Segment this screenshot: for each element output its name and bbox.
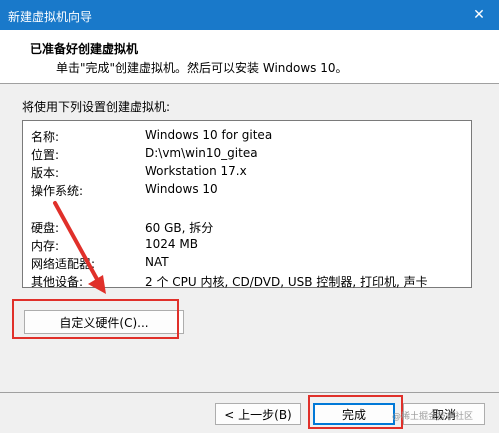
finish-button[interactable]: 完成 [313, 403, 395, 425]
back-button[interactable]: < 上一步(B) [215, 403, 301, 425]
footer-divider [0, 392, 499, 393]
red-arrow-icon [53, 201, 106, 294]
watermark: @稀土掘金技术社区 [392, 412, 474, 422]
